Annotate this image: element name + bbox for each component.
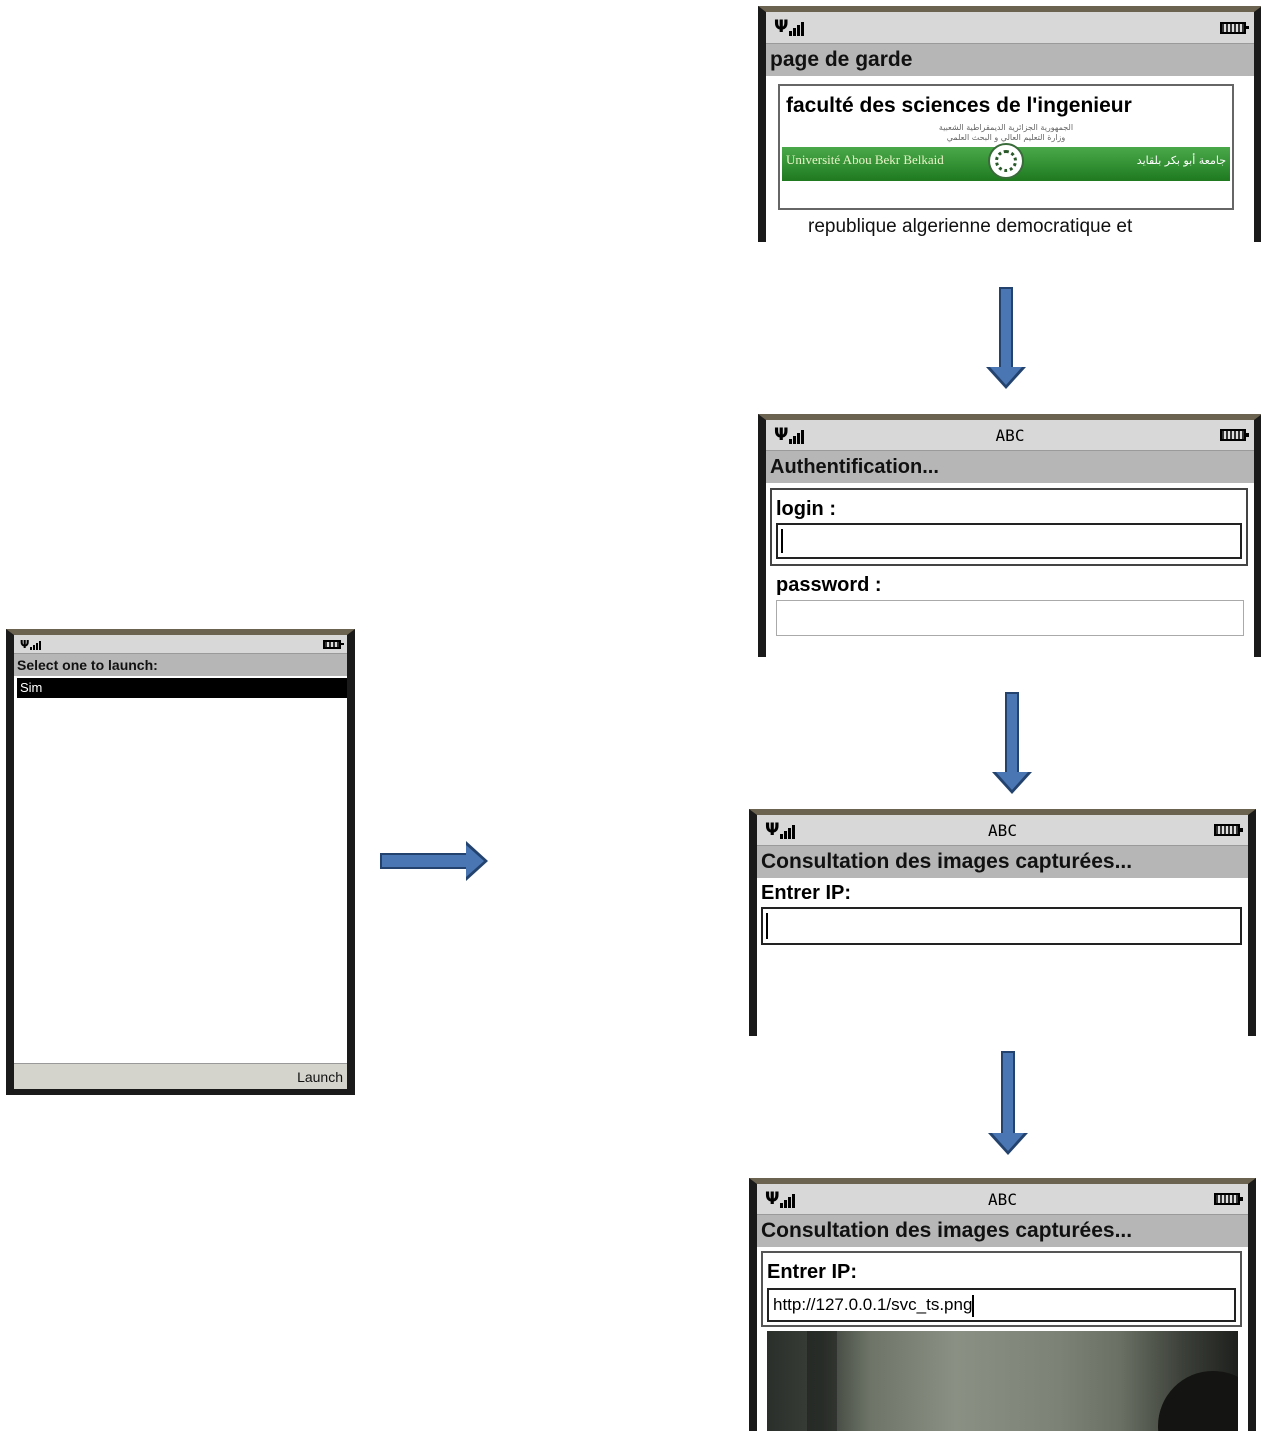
softkey-bar: Launch	[14, 1063, 347, 1089]
password-label: password :	[776, 574, 882, 596]
signal-icon: Ψ	[774, 19, 805, 36]
university-banner: Université Abou Bekr Belkaid جامعة أبو ب…	[782, 143, 1230, 181]
screen-title: page de garde	[766, 44, 1254, 76]
login-group: login :	[770, 488, 1248, 566]
consult-filled-screen: Ψ ABC Consultation des images capturées.…	[749, 1178, 1256, 1431]
signal-icon: Ψ	[20, 639, 42, 650]
status-bar: Ψ ABC	[757, 1184, 1248, 1215]
password-input[interactable]	[776, 600, 1244, 636]
screen-title: Authentification...	[766, 451, 1254, 483]
banner-left-text: Université Abou Bekr Belkaid	[786, 152, 944, 167]
ip-group: Entrer IP: http://127.0.0.1/svc_ts.png	[761, 1251, 1242, 1327]
screen-title: Consultation des images capturées...	[757, 846, 1248, 878]
splash-screen: Ψ page de garde faculté des sciences de …	[758, 6, 1261, 242]
down-arrow-icon	[984, 287, 1028, 389]
ip-label: Entrer IP:	[761, 882, 852, 904]
battery-icon	[323, 639, 344, 649]
text-caret	[766, 913, 768, 939]
consult-empty-screen: Ψ ABC Consultation des images capturées.…	[749, 809, 1256, 1036]
password-group: password :	[772, 572, 1248, 638]
captured-image	[767, 1331, 1238, 1431]
input-mode-indicator: ABC	[988, 1189, 1017, 1209]
auth-screen: Ψ ABC Authentification... login : passwo…	[758, 414, 1261, 657]
status-bar: Ψ ABC	[766, 420, 1254, 451]
signal-icon: Ψ	[765, 1190, 796, 1208]
screen-title: Select one to launch:	[14, 654, 347, 676]
down-arrow-icon	[986, 1051, 1030, 1155]
input-mode-indicator: ABC	[995, 425, 1025, 445]
input-mode-indicator: ABC	[988, 820, 1017, 840]
text-caret	[781, 529, 783, 553]
arabic-line-2: وزارة التعليم العالي و البحث العلمي	[946, 133, 1066, 142]
launch-softkey[interactable]: Launch	[297, 1069, 343, 1085]
university-seal-icon	[988, 143, 1024, 179]
signal-icon: Ψ	[765, 821, 796, 839]
battery-icon	[1220, 429, 1249, 441]
battery-icon	[1220, 21, 1249, 34]
banner-right-text: جامعة أبو بكر بلقايد	[1136, 154, 1226, 167]
ip-group: Entrer IP:	[757, 878, 1248, 945]
list-item-selected[interactable]: Sim	[17, 678, 347, 698]
status-bar: Ψ	[14, 635, 347, 654]
splash-card: faculté des sciences de l'ingenieur الجم…	[778, 84, 1234, 210]
status-bar: Ψ	[766, 12, 1254, 44]
ip-input[interactable]	[761, 907, 1242, 945]
faculty-heading: faculté des sciences de l'ingenieur	[786, 94, 1132, 117]
launcher-screen: Ψ Select one to launch: Sim Launch	[6, 629, 355, 1095]
down-arrow-icon	[990, 692, 1034, 794]
arabic-header: الجمهورية الجزائرية الديمقراطية الشعبية …	[780, 123, 1232, 143]
login-label: login :	[776, 498, 836, 520]
right-arrow-icon	[380, 839, 490, 883]
arabic-line-1: الجمهورية الجزائرية الديمقراطية الشعبية	[938, 123, 1074, 132]
ip-input-value: http://127.0.0.1/svc_ts.png	[773, 1295, 973, 1314]
login-input[interactable]	[776, 523, 1242, 559]
battery-icon	[1214, 824, 1243, 836]
splash-body-text: republique algerienne democratique et	[808, 216, 1133, 237]
status-bar: Ψ ABC	[757, 815, 1248, 846]
screen-title: Consultation des images capturées...	[757, 1215, 1248, 1247]
text-caret	[972, 1294, 975, 1317]
midlet-list: Sim	[14, 676, 347, 1037]
ip-label: Entrer IP:	[767, 1261, 858, 1283]
ip-input[interactable]: http://127.0.0.1/svc_ts.png	[767, 1288, 1236, 1322]
signal-icon: Ψ	[774, 426, 805, 444]
battery-icon	[1214, 1193, 1243, 1205]
